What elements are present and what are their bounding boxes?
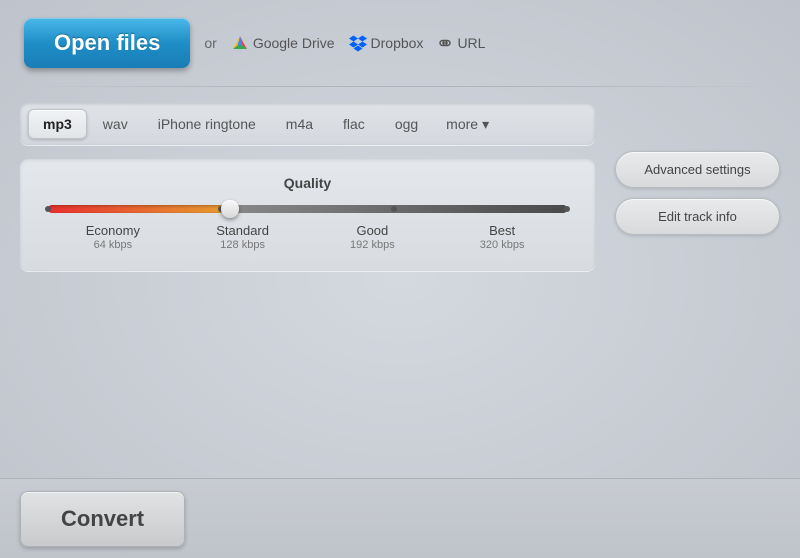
cloud-links: Google Drive Dropbox URL xyxy=(231,34,486,52)
marker-standard: Standard 128 kbps xyxy=(178,223,308,251)
marker-standard-sub: 128 kbps xyxy=(178,239,308,251)
marker-good: Good 192 kbps xyxy=(308,223,438,251)
url-label: URL xyxy=(457,35,485,51)
slider-dot-good xyxy=(391,206,397,212)
marker-best: Best 320 kbps xyxy=(437,223,567,251)
tab-more[interactable]: more ▾ xyxy=(434,110,501,139)
google-drive-icon xyxy=(231,34,249,52)
url-icon xyxy=(437,35,453,51)
marker-economy-label: Economy xyxy=(48,223,178,238)
dropbox-icon xyxy=(349,34,367,52)
marker-standard-label: Standard xyxy=(178,223,308,238)
tab-mp3[interactable]: mp3 xyxy=(28,109,87,139)
open-files-button[interactable]: Open files xyxy=(24,18,190,68)
slider-track xyxy=(48,205,567,213)
advanced-settings-button[interactable]: Advanced settings xyxy=(615,151,780,188)
tab-m4a[interactable]: m4a xyxy=(272,110,327,138)
slider-dot-best xyxy=(564,206,570,212)
main-content: mp3 wav iPhone ringtone m4a flac ogg mor… xyxy=(0,87,800,287)
marker-good-label: Good xyxy=(308,223,438,238)
quality-title: Quality xyxy=(40,175,575,191)
more-label: more xyxy=(446,116,478,132)
format-tabs: mp3 wav iPhone ringtone m4a flac ogg mor… xyxy=(20,103,595,145)
chevron-down-icon: ▾ xyxy=(482,116,489,133)
tab-wav[interactable]: wav xyxy=(89,110,142,138)
url-link[interactable]: URL xyxy=(437,35,485,51)
marker-best-label: Best xyxy=(437,223,567,238)
google-drive-link[interactable]: Google Drive xyxy=(231,34,335,52)
top-bar: Open files or Google Drive Dropbox xyxy=(0,0,800,86)
marker-economy: Economy 64 kbps xyxy=(48,223,178,251)
slider-dot-economy xyxy=(45,206,51,212)
convert-button[interactable]: Convert xyxy=(20,491,185,547)
bottom-bar: Convert xyxy=(0,478,800,558)
google-drive-label: Google Drive xyxy=(253,35,335,51)
marker-economy-sub: 64 kbps xyxy=(48,239,178,251)
dropbox-link[interactable]: Dropbox xyxy=(349,34,424,52)
tab-ogg[interactable]: ogg xyxy=(381,110,432,138)
edit-track-info-button[interactable]: Edit track info xyxy=(615,198,780,235)
slider-fill-dark xyxy=(230,205,567,213)
left-panel: mp3 wav iPhone ringtone m4a flac ogg mor… xyxy=(20,103,595,271)
dropbox-label: Dropbox xyxy=(371,35,424,51)
right-panel: Advanced settings Edit track info xyxy=(615,103,780,271)
marker-good-sub: 192 kbps xyxy=(308,239,438,251)
tab-flac[interactable]: flac xyxy=(329,110,379,138)
slider-markers: Economy 64 kbps Standard 128 kbps Good 1… xyxy=(48,223,567,251)
marker-best-sub: 320 kbps xyxy=(437,239,567,251)
quality-box: Quality Economy 64 kbps xyxy=(20,159,595,271)
or-text: or xyxy=(204,35,216,51)
tab-iphone-ringtone[interactable]: iPhone ringtone xyxy=(144,110,270,138)
quality-slider-thumb[interactable] xyxy=(221,200,239,218)
slider-container: Economy 64 kbps Standard 128 kbps Good 1… xyxy=(48,205,567,251)
